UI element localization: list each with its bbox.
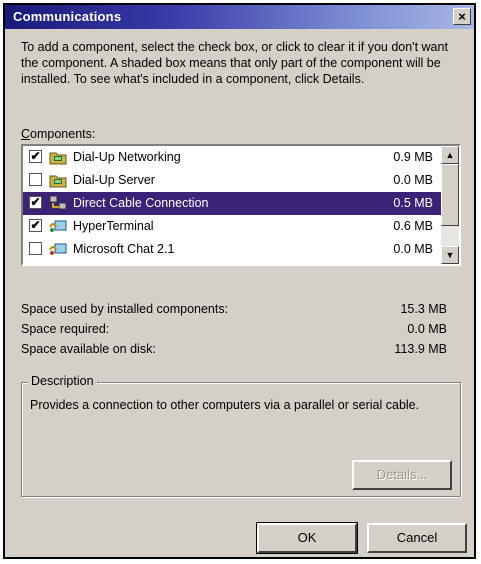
window-title: Communications — [13, 9, 122, 24]
description-legend: Description — [28, 374, 97, 388]
component-checkbox[interactable]: ✔ — [29, 150, 42, 163]
list-item[interactable]: ✔ Dial-Up Networking 0.9 MB — [23, 146, 443, 169]
component-size: 0.0 MB — [393, 242, 433, 256]
close-button[interactable]: × — [453, 8, 471, 25]
communications-dialog: Communications × To add a component, sel… — [3, 3, 476, 559]
component-size: 0.6 MB — [393, 219, 433, 233]
list-item[interactable]: Microsoft Chat 2.1 0.0 MB — [23, 238, 443, 261]
space-used-label: Space used by installed components: — [21, 302, 229, 316]
component-name: Dial-Up Networking — [73, 150, 181, 164]
space-required-label: Space required: — [21, 322, 110, 336]
description-text: Provides a connection to other computers… — [30, 398, 420, 412]
space-available-label: Space available on disk: — [21, 342, 156, 356]
component-checkbox[interactable] — [29, 242, 42, 255]
folder-network-icon — [49, 172, 67, 188]
chat-icon — [49, 241, 67, 257]
ok-button[interactable]: OK — [256, 522, 358, 554]
component-checkbox[interactable]: ✔ — [29, 196, 42, 209]
computers-link-icon — [49, 195, 67, 211]
scroll-thumb[interactable] — [441, 164, 459, 226]
details-button[interactable]: Details... — [352, 460, 452, 490]
list-item[interactable]: ✔ Direct Cable Connection 0.5 MB — [23, 192, 443, 215]
component-name: Direct Cable Connection — [73, 196, 209, 210]
space-required-row: Space required: 0.0 MB — [21, 322, 461, 340]
component-checkbox[interactable] — [29, 173, 42, 186]
space-available-row: Space available on disk: 113.9 MB — [21, 342, 461, 360]
component-size: 0.0 MB — [393, 173, 433, 187]
space-available-value: 113.9 MB — [394, 342, 447, 356]
space-required-value: 0.0 MB — [407, 322, 447, 336]
components-label-rest: omponents: — [30, 127, 96, 141]
space-used-row: Space used by installed components: 15.3… — [21, 302, 461, 320]
scroll-down-button[interactable]: ▼ — [441, 246, 459, 264]
cancel-button[interactable]: Cancel — [367, 523, 467, 553]
instructions-text: To add a component, select the check box… — [21, 40, 448, 86]
arrow-up-icon: ▲ — [445, 150, 455, 160]
scroll-up-button[interactable]: ▲ — [441, 146, 459, 164]
title-bar[interactable]: Communications × — [5, 5, 474, 29]
component-size: 0.9 MB — [393, 150, 433, 164]
phone-terminal-icon — [49, 218, 67, 234]
space-used-value: 15.3 MB — [400, 302, 447, 316]
component-name: HyperTerminal — [73, 219, 154, 233]
component-name: Microsoft Chat 2.1 — [73, 242, 175, 256]
component-name: Dial-Up Server — [73, 173, 155, 187]
components-label-accel: C — [21, 127, 31, 141]
component-checkbox[interactable]: ✔ — [29, 219, 42, 232]
components-label: Components: — [21, 127, 95, 141]
component-size: 0.5 MB — [393, 196, 433, 210]
close-icon: × — [458, 9, 466, 24]
arrow-down-icon: ▼ — [445, 250, 455, 260]
list-item[interactable]: Dial-Up Server 0.0 MB — [23, 169, 443, 192]
folder-network-icon — [49, 149, 67, 165]
list-item[interactable]: ✔ HyperTerminal 0.6 MB — [23, 215, 443, 238]
components-listbox[interactable]: ✔ Dial-Up Networking 0.9 MB Dial-Up Server 0… — [21, 144, 461, 266]
components-scrollbar[interactable]: ▲ ▼ — [441, 146, 459, 264]
